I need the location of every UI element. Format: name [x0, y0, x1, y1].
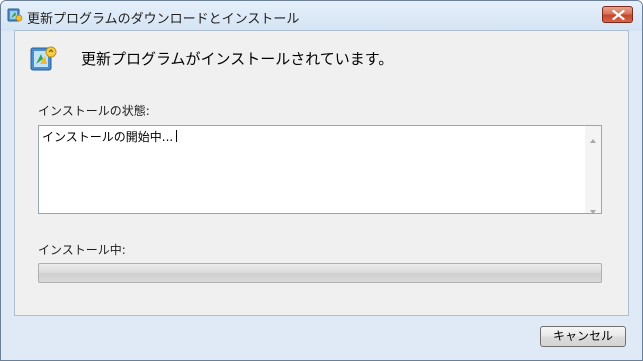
- cancel-button[interactable]: キャンセル: [540, 326, 626, 347]
- windows-update-icon: [7, 7, 23, 23]
- page-heading: 更新プログラムがインストールされています。: [81, 50, 394, 68]
- progress-label: インストール中:: [38, 243, 126, 257]
- text-caret: [176, 130, 178, 142]
- scroll-down-arrow-icon[interactable]: [589, 201, 597, 214]
- status-label: インストールの状態:: [38, 104, 150, 118]
- status-text: インストールの開始中...: [42, 128, 178, 145]
- update-dialog-window: 更新プログラムのダウンロードとインストール 更新プログラムがインストールされてい…: [0, 0, 643, 361]
- installation-progress-bar: [38, 263, 602, 283]
- close-icon: [612, 10, 625, 20]
- installation-status-textbox[interactable]: インストールの開始中...: [38, 125, 602, 214]
- close-button[interactable]: [602, 6, 633, 23]
- status-message: インストールの開始中...: [42, 130, 174, 144]
- vertical-scrollbar[interactable]: [585, 126, 601, 214]
- title-bar[interactable]: 更新プログラムのダウンロードとインストール: [1, 1, 642, 31]
- window-title: 更新プログラムのダウンロードとインストール: [27, 12, 300, 27]
- windows-update-icon: [29, 43, 59, 73]
- scroll-up-arrow-icon[interactable]: [589, 130, 597, 143]
